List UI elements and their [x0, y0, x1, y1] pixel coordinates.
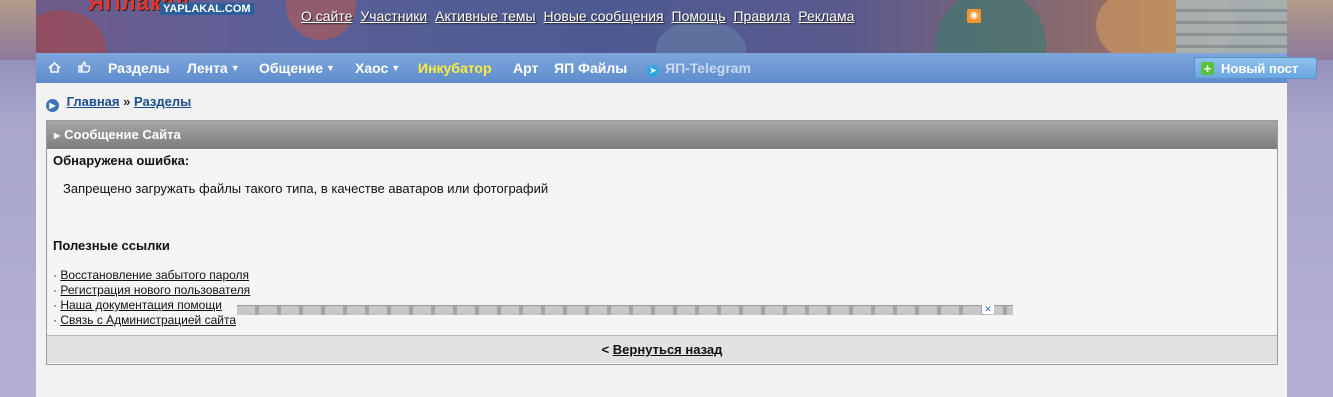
plus-icon: +	[1201, 62, 1214, 75]
back-arrow: <	[601, 342, 610, 357]
triangle-right-icon: ▶	[54, 131, 61, 140]
nav-sections[interactable]: Разделы	[108, 53, 170, 83]
main-content: ▶ Главная » Разделы ▶ Сообщение Сайта Обн…	[36, 83, 1287, 397]
list-item: · Восстановление забытого пароля	[53, 268, 250, 282]
nav-incubator[interactable]: Инкубатор	[418, 53, 492, 83]
nav-feed-label: Лента	[187, 60, 228, 76]
top-link-ads[interactable]: Реклама	[798, 8, 854, 24]
nav-feed[interactable]: Лента ▼	[187, 53, 240, 83]
nav-chaos-label: Хаос	[355, 60, 389, 76]
chevron-down-icon: ▼	[230, 63, 240, 73]
thumbs-up-icon[interactable]	[77, 53, 91, 83]
go-back-link[interactable]: Вернуться назад	[613, 342, 723, 357]
header-decoration	[656, 20, 746, 53]
nav-telegram[interactable]: ➤ ЯП-Telegram	[647, 53, 751, 83]
main-navbar: Разделы Лента ▼ Общение ▼ Хаос ▼ Инкубатор …	[36, 53, 1317, 83]
breadcrumb-home[interactable]: Главная	[67, 94, 120, 109]
breadcrumb-sections[interactable]: Разделы	[134, 94, 191, 109]
home-icon[interactable]	[48, 53, 61, 83]
rss-icon[interactable]: ◉	[967, 9, 981, 23]
list-item: · Регистрация нового пользователя	[53, 283, 251, 297]
ad-banner[interactable]	[237, 305, 1013, 315]
header-books-decoration	[1176, 0, 1287, 53]
link-help-docs[interactable]: Наша документация помощи	[60, 298, 222, 312]
breadcrumb-separator: »	[123, 94, 131, 109]
chevron-down-icon: ▼	[391, 63, 401, 73]
telegram-icon: ➤	[647, 65, 659, 77]
top-link-help[interactable]: Помощь	[672, 8, 726, 24]
breadcrumb: ▶ Главная » Разделы	[46, 94, 191, 112]
top-link-about[interactable]: О сайте	[301, 8, 352, 24]
error-title: Обнаружена ошибка:	[53, 153, 190, 168]
chevron-down-icon: ▼	[325, 63, 335, 73]
nav-files[interactable]: ЯП Файлы	[554, 53, 627, 83]
header-decoration	[936, 0, 1046, 53]
site-message-box: ▶ Сообщение Сайта Обнаружена ошибка: Запр…	[46, 120, 1278, 365]
top-link-rules[interactable]: Правила	[733, 8, 790, 24]
new-post-button[interactable]: + Новый пост	[1194, 57, 1317, 79]
top-link-new-messages[interactable]: Новые сообщения	[544, 8, 664, 24]
top-links: О сайте Участники Активные темы Новые со…	[301, 8, 858, 24]
message-footer: < Вернуться назад	[47, 336, 1277, 363]
useful-links-title: Полезные ссылки	[53, 238, 170, 253]
logo-domain: YAPLAKAL.COM	[160, 3, 254, 15]
site-header: ЯПлакал YAPLAKAL.COM О сайте Участники А…	[36, 0, 1287, 53]
top-link-members[interactable]: Участники	[360, 8, 427, 24]
link-contact-admin[interactable]: Связь с Администрацией сайта	[60, 313, 236, 327]
site-logo[interactable]: ЯПлакал YAPLAKAL.COM	[88, 0, 268, 20]
error-message: Запрещено загружать файлы такого типа, в…	[63, 181, 549, 196]
nav-telegram-label: ЯП-Telegram	[665, 60, 751, 76]
nav-social-label: Общение	[259, 60, 323, 76]
link-registration[interactable]: Регистрация нового пользователя	[60, 283, 250, 297]
list-item: · Связь с Администрацией сайта	[53, 313, 237, 327]
nav-chaos[interactable]: Хаос ▼	[355, 53, 400, 83]
close-icon[interactable]: ✕	[982, 305, 994, 314]
link-password-recovery[interactable]: Восстановление забытого пароля	[60, 268, 249, 282]
arrow-circle-icon: ▶	[46, 99, 59, 112]
nav-social[interactable]: Общение ▼	[259, 53, 335, 83]
message-header-title: Сообщение Сайта	[64, 127, 181, 142]
new-post-label: Новый пост	[1221, 61, 1299, 76]
useful-links-list: · Восстановление забытого пароля · Регис…	[53, 268, 250, 328]
top-link-active-topics[interactable]: Активные темы	[435, 8, 536, 24]
nav-art[interactable]: Арт	[513, 53, 538, 83]
list-item: · Наша документация помощи	[53, 298, 222, 312]
left-background	[0, 0, 36, 397]
message-header: ▶ Сообщение Сайта	[47, 121, 1277, 149]
